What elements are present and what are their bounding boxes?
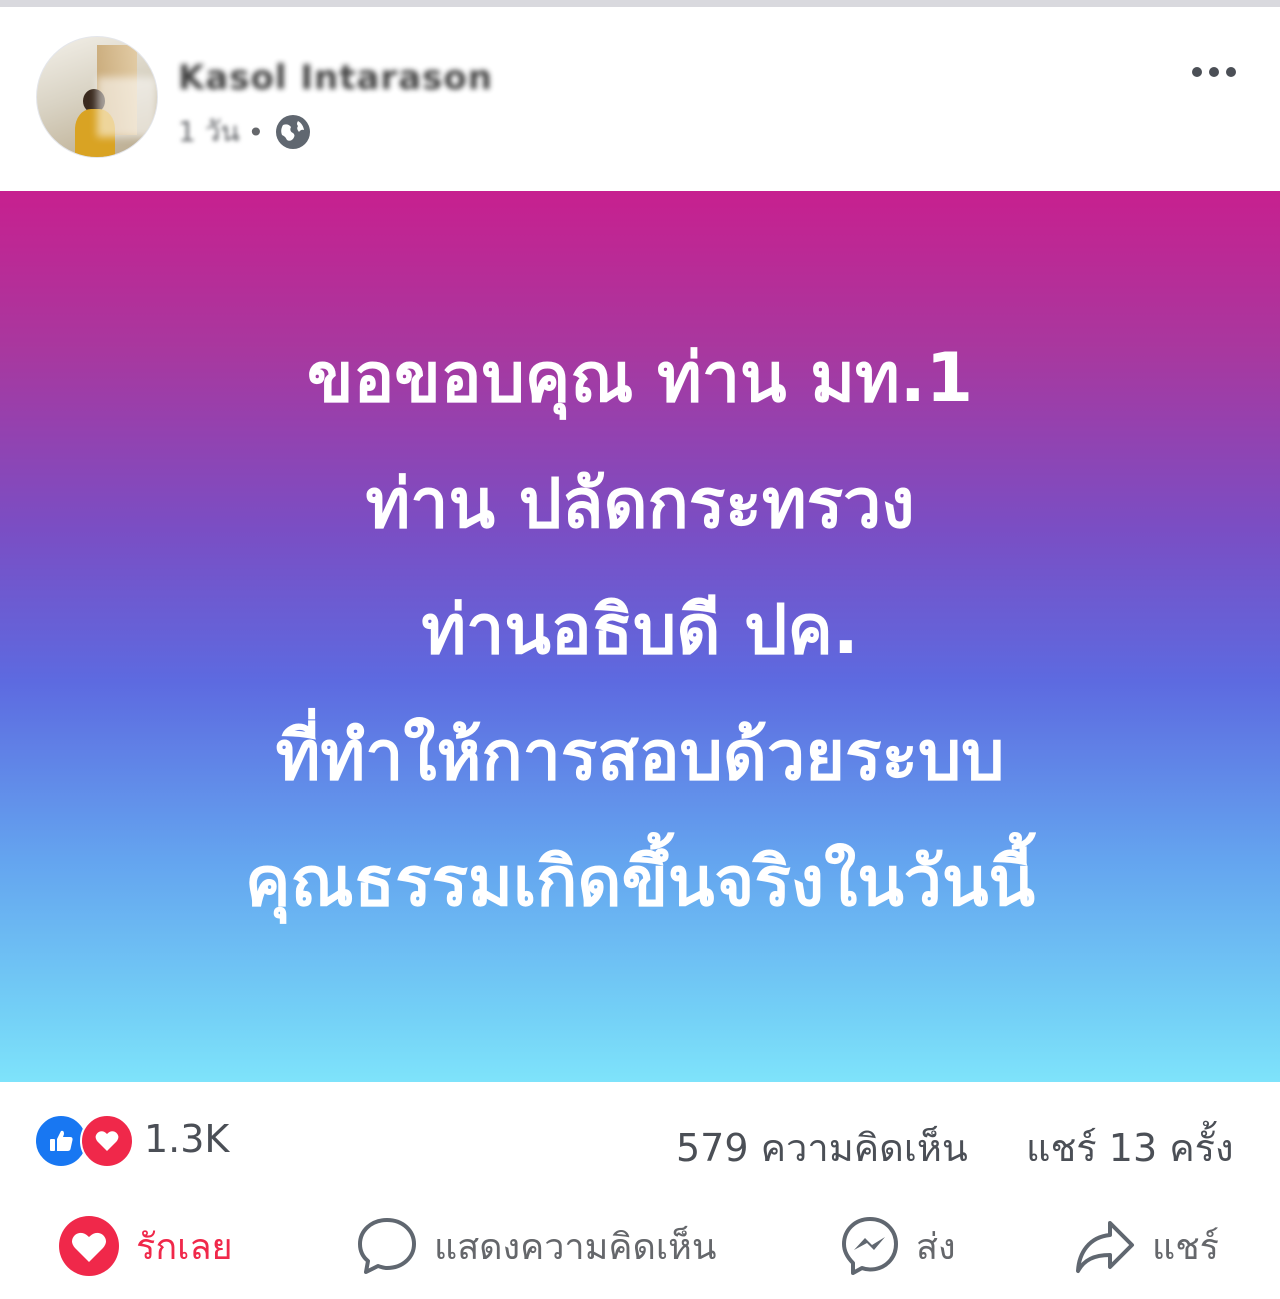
- author-name[interactable]: Kasol Intarason: [178, 58, 493, 98]
- post-text-line: ขอขอบคุณ ท่าน มท.1: [306, 338, 974, 418]
- share-button[interactable]: แชร์: [1074, 1214, 1219, 1278]
- post-header: [0, 7, 1280, 191]
- top-divider: [0, 0, 1280, 7]
- more-options-dot: [1209, 67, 1219, 77]
- comment-bubble-icon: [358, 1218, 416, 1274]
- post-meta: 1 วัน •: [178, 112, 312, 152]
- author-avatar[interactable]: [36, 36, 158, 158]
- comment-button[interactable]: แสดงความคิดเห็น: [356, 1214, 716, 1278]
- love-label: รักเลย: [136, 1226, 233, 1268]
- post-text-line: ท่านอธิบดี ปค.: [421, 590, 859, 670]
- comment-count[interactable]: 579 ความคิดเห็น: [676, 1117, 968, 1178]
- share-arrow-icon: [1076, 1221, 1134, 1273]
- heart-icon: [59, 1216, 119, 1276]
- post-text-line: ท่าน ปลัดกระทรวง: [365, 464, 915, 544]
- post-time[interactable]: 1 วัน: [178, 110, 240, 154]
- post-background[interactable]: ขอขอบคุณ ท่าน มท.1 ท่าน ปลัดกระทรวง ท่าน…: [0, 191, 1280, 1082]
- globe-icon[interactable]: [274, 113, 312, 151]
- post-text: ขอขอบคุณ ท่าน มท.1 ท่าน ปลัดกระทรวง ท่าน…: [245, 316, 1035, 946]
- more-options-button[interactable]: [1180, 50, 1248, 94]
- post-text-line: คุณธรรมเกิดขึ้นจริงในวันนี้: [245, 842, 1035, 922]
- reaction-count[interactable]: 1.3K: [144, 1117, 229, 1161]
- reaction-icons[interactable]: [34, 1114, 134, 1168]
- share-label: แชร์: [1152, 1226, 1219, 1268]
- messenger-icon: [842, 1217, 898, 1275]
- avatar-blur: [97, 77, 157, 137]
- love-button[interactable]: รักเลย: [58, 1214, 233, 1278]
- love-icon: [80, 1114, 134, 1168]
- comment-label: แสดงความคิดเห็น: [434, 1226, 717, 1268]
- share-count[interactable]: แชร์ 13 ครั้ง: [1026, 1117, 1234, 1178]
- more-options-dot: [1226, 67, 1236, 77]
- meta-separator: •: [247, 115, 265, 149]
- more-options-icon: [1192, 67, 1202, 77]
- send-button[interactable]: ส่ง: [840, 1214, 956, 1278]
- send-label: ส่ง: [916, 1226, 956, 1268]
- post-text-line: ที่ทำให้การสอบด้วยระบบ: [275, 716, 1005, 796]
